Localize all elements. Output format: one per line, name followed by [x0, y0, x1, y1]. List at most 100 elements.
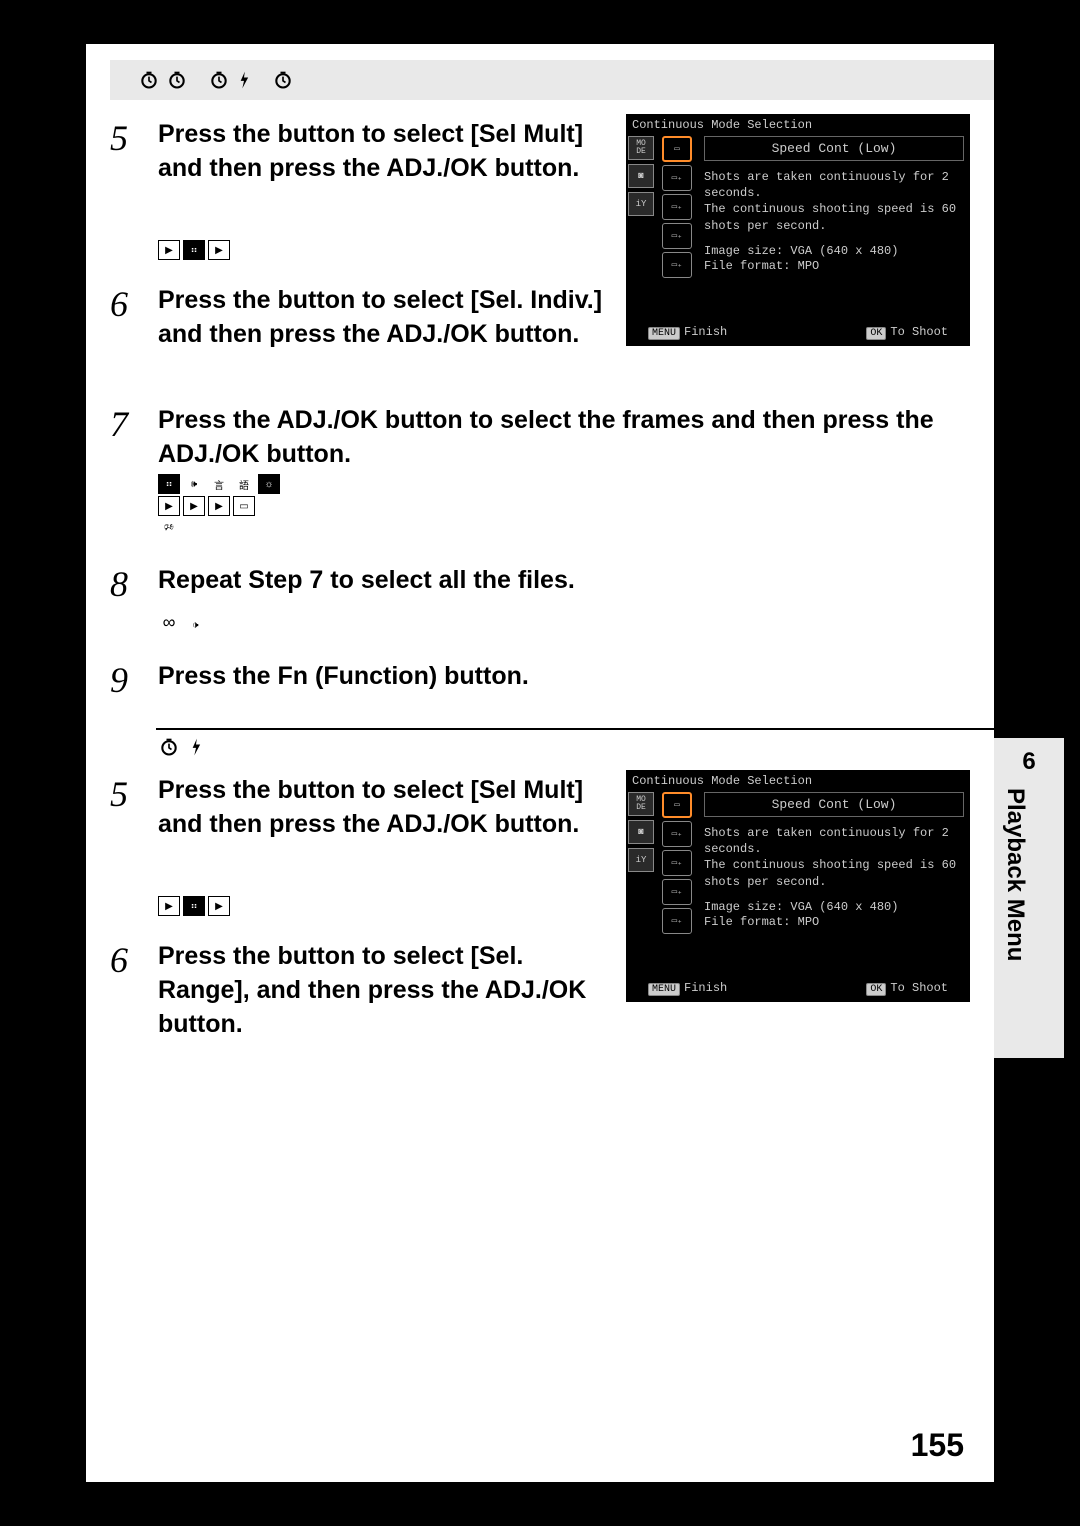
- flash-icon: [188, 736, 204, 758]
- icon-row: ∞ 🕩: [158, 612, 206, 635]
- cam-speed-label: Speed Cont (Low): [704, 136, 964, 161]
- playback-icon: ▶: [158, 240, 180, 260]
- cam-option-cont: ▭₊: [662, 821, 692, 847]
- cam-mode-tab: MO DE: [628, 792, 654, 816]
- chapter-side-tab: 6 Playback Menu: [994, 738, 1064, 1058]
- cam-toshoot: OKTo Shoot: [866, 325, 948, 340]
- step-text: Press the button to select [Sel Mult] an…: [158, 774, 608, 842]
- self-timer-icon: [138, 69, 160, 91]
- step-6b: 6 Press the button to select [Sel. Range…: [110, 940, 608, 1041]
- cam-option-column: ▭ ▭₊ ▭₊ ▭₊ ▭₊: [662, 792, 696, 934]
- stack-icon: ▭: [233, 496, 255, 516]
- cam-right-panel: Speed Cont (Low) Shots are taken continu…: [704, 136, 964, 274]
- playback-icon: ▶: [208, 240, 230, 260]
- step-text: Repeat Step 7 to select all the files.: [158, 564, 968, 598]
- cam-description: Shots are taken continuously for 2 secon…: [704, 825, 964, 890]
- section-b-header: [158, 736, 204, 758]
- cam-image-size: Image size: VGA (640 x 480): [704, 900, 964, 914]
- cam-speed-label: Speed Cont (Low): [704, 792, 964, 817]
- self-timer-icon: [208, 69, 230, 91]
- cam-option-cont3: ▭₊: [662, 879, 692, 905]
- cam-left-tabs: MO DE ◙ iY: [628, 136, 658, 216]
- icon: 🕫: [158, 518, 180, 538]
- cam-finish: MENUFinish: [648, 325, 727, 340]
- cam-image-size: Image size: VGA (640 x 480): [704, 244, 964, 258]
- cam-tools-tab: iY: [628, 192, 654, 216]
- section-header-bar: [110, 60, 994, 100]
- section-divider: [156, 728, 994, 730]
- icon: ⠶: [158, 474, 180, 494]
- ok-pill: OK: [866, 327, 886, 340]
- multi-icon: ⠶: [183, 896, 205, 916]
- cam-option-cont2: ▭₊: [662, 194, 692, 220]
- step-8: 8 Repeat Step 7 to select all the files.: [110, 564, 968, 602]
- menu-pill: MENU: [648, 327, 680, 340]
- playback-icon: ▶: [208, 896, 230, 916]
- manual-page: 5 Press the button to select [Sel Mult] …: [86, 44, 994, 1482]
- cam-file-format: File format: MPO: [704, 258, 964, 274]
- step-5: 5 Press the button to select [Sel Mult] …: [110, 118, 608, 186]
- step-9: 9 Press the Fn (Function) button.: [110, 660, 968, 698]
- icon-strip: ▶ ⠶ ▶: [158, 896, 230, 916]
- cam-bottom-bar: MENUFinish OKTo Shoot: [626, 981, 970, 996]
- playback-icon: ▶: [183, 496, 205, 516]
- cam-title: Continuous Mode Selection: [632, 118, 812, 132]
- step-number: 6: [110, 940, 158, 978]
- icon-grid: ⠶ 🕪 言 語 ☼ ▶ ▶ ▶ ▭ 🕫: [158, 474, 280, 538]
- step-text: Press the ADJ./OK button to select the f…: [158, 404, 968, 472]
- cam-option-cont3: ▭₊: [662, 223, 692, 249]
- cam-finish: MENUFinish: [648, 981, 727, 996]
- ok-pill: OK: [866, 983, 886, 996]
- step-number: 6: [110, 284, 158, 322]
- step-text: Press the button to select [Sel Mult] an…: [158, 118, 608, 186]
- playback-icon: ▶: [158, 896, 180, 916]
- icon: 🕩: [184, 615, 206, 635]
- icon: 🕪: [183, 474, 205, 494]
- cam-left-tabs: MO DE ◙ iY: [628, 792, 658, 872]
- step-text: Press the button to select [Sel. Range],…: [158, 940, 608, 1041]
- step-text: Press the Fn (Function) button.: [158, 660, 968, 694]
- cam-toshoot: OKTo Shoot: [866, 981, 948, 996]
- cam-option-cont4: ▭₊: [662, 252, 692, 278]
- icon-strip: ▶ ⠶ ▶: [158, 240, 230, 260]
- cam-option-column: ▭ ▭₊ ▭₊ ▭₊ ▭₊: [662, 136, 696, 278]
- step-6: 6 Press the button to select [Sel. Indiv…: [110, 284, 608, 352]
- cam-camera-tab: ◙: [628, 820, 654, 844]
- icon: 言: [208, 474, 230, 494]
- icon: ☼: [258, 474, 280, 494]
- cam-mode-tab: MO DE: [628, 136, 654, 160]
- menu-pill: MENU: [648, 983, 680, 996]
- step-number: 8: [110, 564, 158, 602]
- page-number: 155: [911, 1427, 964, 1464]
- self-timer-icon: [166, 69, 188, 91]
- cam-title: Continuous Mode Selection: [632, 774, 812, 788]
- playback-icon: ▶: [208, 496, 230, 516]
- cam-description: Shots are taken continuously for 2 secon…: [704, 169, 964, 234]
- cam-bottom-bar: MENUFinish OKTo Shoot: [626, 325, 970, 340]
- camera-screenshot: Continuous Mode Selection MO DE ◙ iY ▭ ▭…: [626, 770, 970, 1002]
- step-number: 5: [110, 118, 158, 156]
- icon: 語: [233, 474, 255, 494]
- cam-option-cont2: ▭₊: [662, 850, 692, 876]
- playback-icon: ▶: [158, 496, 180, 516]
- self-timer-icon: [272, 69, 294, 91]
- multi-icon: ⠶: [183, 240, 205, 260]
- cam-option-cont4: ▭₊: [662, 908, 692, 934]
- self-timer-icon: [158, 736, 180, 758]
- cam-option-cont: ▭₊: [662, 165, 692, 191]
- cam-option-single: ▭: [662, 136, 692, 162]
- step-number: 5: [110, 774, 158, 812]
- camera-screenshot: Continuous Mode Selection MO DE ◙ iY ▭ ▭…: [626, 114, 970, 346]
- flash-icon: [236, 69, 252, 91]
- chapter-number: 6: [994, 748, 1064, 776]
- cam-camera-tab: ◙: [628, 164, 654, 188]
- step-text: Press the button to select [Sel. Indiv.]…: [158, 284, 608, 352]
- step-7: 7 Press the ADJ./OK button to select the…: [110, 404, 970, 472]
- infinity-icon: ∞: [158, 612, 180, 632]
- cam-option-single: ▭: [662, 792, 692, 818]
- chapter-label: Playback Menu: [1001, 788, 1029, 961]
- step-number: 9: [110, 660, 158, 698]
- cam-tools-tab: iY: [628, 848, 654, 872]
- step-5b: 5 Press the button to select [Sel Mult] …: [110, 774, 608, 842]
- cam-file-format: File format: MPO: [704, 914, 964, 930]
